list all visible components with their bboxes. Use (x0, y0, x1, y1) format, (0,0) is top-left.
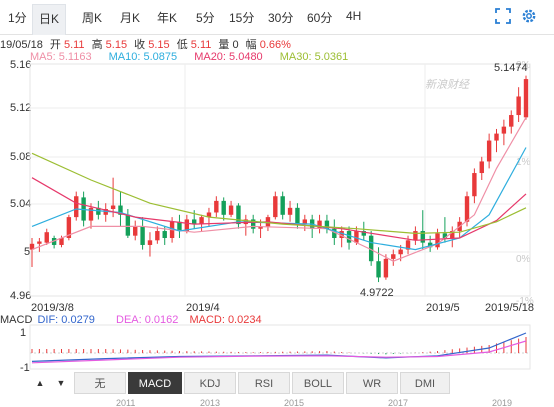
watermark: 新浪财经 (425, 79, 469, 91)
candle-body (228, 205, 234, 215)
candle-body (280, 196, 285, 215)
candle-body (44, 232, 49, 243)
candle-body (376, 261, 381, 278)
candle-body (140, 226, 145, 245)
macd-legend: MACD DIF: 0.0279 DEA: 0.0162 MACD: 0.023… (0, 314, 262, 326)
year-label: 2013 (200, 398, 221, 407)
candle-body (479, 161, 484, 174)
candle-body (214, 200, 219, 213)
candle-body (147, 240, 153, 245)
dif-label: DIF: 0.0279 (37, 314, 95, 326)
candle-body (177, 221, 182, 232)
dif-line (31, 332, 527, 362)
candle-body (133, 226, 138, 236)
candle-body (509, 115, 514, 127)
x-tick-label: 2019/5 (426, 302, 460, 314)
candle-body (37, 241, 42, 244)
chart-grid (29, 63, 531, 297)
candle-body (383, 258, 389, 278)
year-label: 2019 (492, 398, 513, 407)
candle-body (346, 231, 352, 243)
tab-dmi[interactable]: DMI (400, 372, 450, 394)
macd-value-label: MACD: 0.0234 (189, 314, 262, 326)
indicator-tab-bar: ▲ ▼ 无 MACD KDJ RSI BOLL WR DMI (30, 372, 450, 394)
candle-body (391, 254, 396, 259)
tab-macd[interactable]: MACD (128, 372, 182, 394)
x-tick-label: 2019/3/8 (31, 302, 74, 314)
candle-body (398, 249, 403, 255)
macd-y-label: -1 (20, 362, 30, 374)
macd-y-label: 1 (20, 327, 27, 339)
candle-body (413, 231, 418, 241)
candle-body (516, 96, 521, 116)
candle-body (472, 173, 477, 197)
candle-body (354, 231, 359, 243)
tab-rsi[interactable]: RSI (238, 372, 290, 394)
candle-body (221, 200, 226, 215)
min-price-label: 4.9722 (360, 287, 394, 299)
candle-body (273, 196, 278, 218)
candle-body (155, 231, 160, 241)
max-price-label: 5.1474 (494, 62, 528, 74)
candle-body (110, 205, 116, 209)
tab-kdj[interactable]: KDJ (184, 372, 236, 394)
tab-none[interactable]: 无 (74, 372, 126, 394)
next-arrow-icon[interactable]: ▼ (54, 372, 68, 394)
dea-label: DEA: 0.0162 (116, 314, 179, 326)
x-tick-label: 2019/5/18 (485, 302, 534, 314)
candle-body (287, 207, 293, 215)
candle-body (501, 126, 507, 134)
candle-body (464, 196, 470, 222)
macd-title: MACD (0, 314, 33, 326)
candle-body (295, 207, 300, 225)
time-range-scroller[interactable]: 2011 2013 2015 2017 2019 (30, 396, 530, 407)
prev-arrow-icon[interactable]: ▲ (33, 372, 47, 394)
candle-body (435, 233, 440, 248)
year-label: 2011 (116, 398, 136, 407)
candle-body (523, 79, 529, 118)
candle-body (486, 140, 492, 162)
candle-body (125, 214, 131, 236)
candle-body (162, 231, 167, 238)
candle-body (199, 217, 204, 225)
tab-wr[interactable]: WR (346, 372, 398, 394)
year-label: 2017 (388, 398, 409, 407)
tab-boll[interactable]: BOLL (292, 372, 344, 394)
candlestick-chart[interactable] (0, 0, 554, 407)
year-label: 2015 (284, 398, 305, 407)
candle-body (74, 196, 79, 218)
x-tick-label: 2019/4 (186, 302, 220, 314)
candle-body (494, 133, 499, 141)
